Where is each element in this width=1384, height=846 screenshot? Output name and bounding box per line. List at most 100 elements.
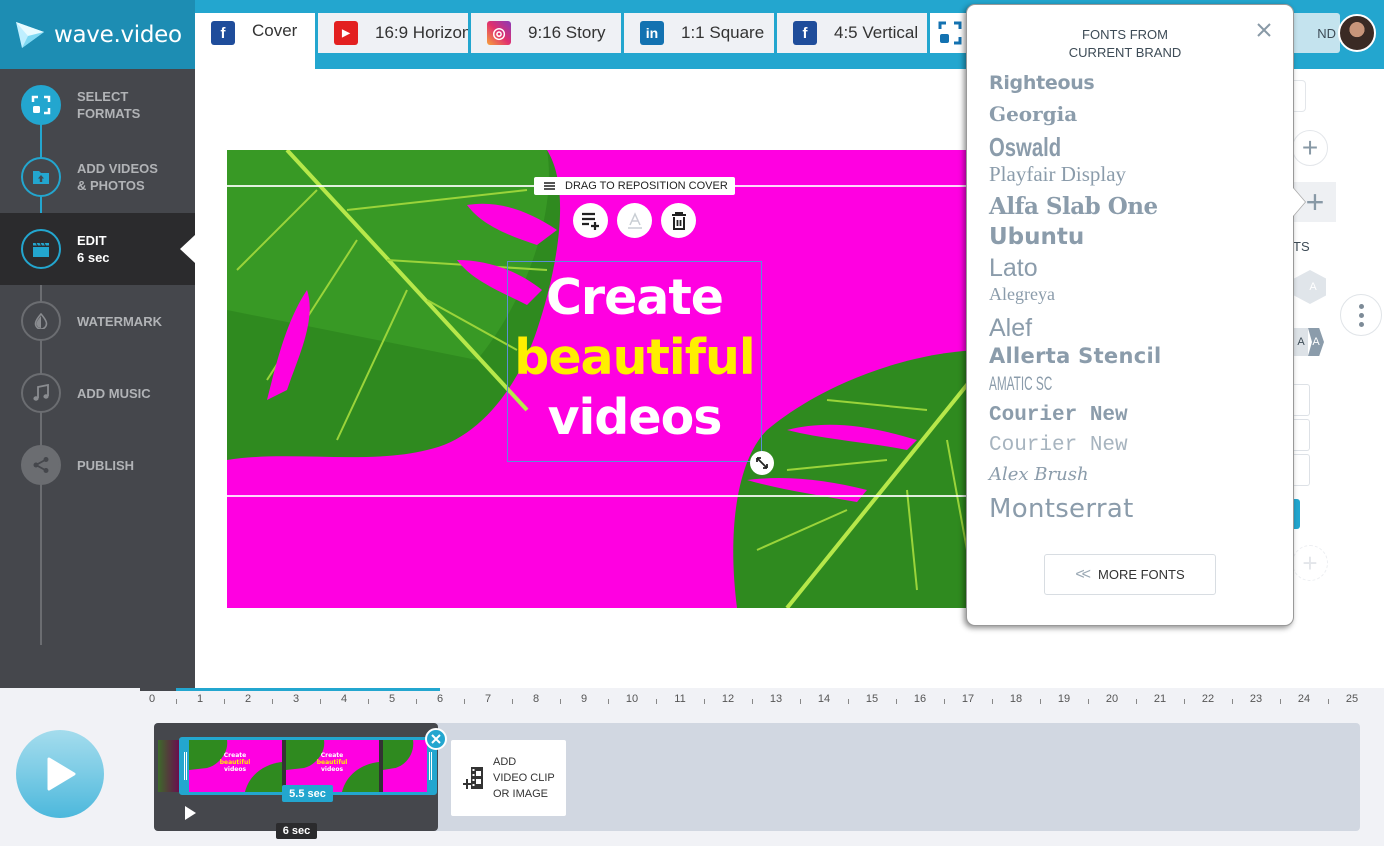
trash-icon [671,211,686,230]
drag-to-reposition-handle[interactable]: DRAG TO REPOSITION COVER [534,177,735,195]
steps-sidebar: SELECT FORMATS ADD VIDEOS & PHOTOS EDIT … [0,69,195,688]
ruler-tick-label: 8 [532,693,540,705]
step-publish[interactable]: PUBLISH [0,429,195,501]
text-color-button[interactable] [617,203,652,238]
clapperboard-icon [33,242,49,257]
tab-16-9-horizontal[interactable]: ▶ 16:9 Horizontal [318,13,468,53]
step-add-music[interactable]: ADD MUSIC [0,357,195,429]
ruler-start-marker [140,688,176,691]
linkedin-icon: in [640,21,664,45]
ruler-minor-tick [1136,699,1137,704]
clip-trim-handle-left[interactable] [182,740,189,792]
close-icon [431,734,441,744]
ruler-tick-label: 18 [1009,693,1023,705]
logo-text: wave.video [54,21,182,48]
tab-label: 16:9 Horizontal [375,23,468,42]
clip-duration-badge: 5.5 sec [282,785,333,802]
font-option-allerta-stencil[interactable]: Allerta Stencil [989,344,1279,374]
ruler-tick-label: 24 [1297,693,1311,705]
share-icon [33,457,49,473]
ruler-minor-tick [1280,699,1281,704]
right-panel-field-2[interactable] [1292,419,1310,451]
more-options-button[interactable] [1340,294,1382,336]
plus-icon: + [1305,183,1325,220]
clip-thumbnail: Create beautiful videos [189,740,282,792]
delete-button[interactable] [661,203,696,238]
font-option-oswald[interactable]: Oswald [989,132,1215,162]
step-edit[interactable]: EDIT 6 sec [0,213,195,285]
select-formats-button[interactable] [930,13,970,53]
ruler-minor-tick [1328,699,1329,704]
step-add-videos-photos[interactable]: ADD VIDEOS & PHOTOS [0,141,195,213]
remove-clip-button[interactable] [425,728,447,750]
ruler-tick-label: 4 [340,693,348,705]
ruler-minor-tick [320,699,321,704]
ruler-minor-tick [1088,699,1089,704]
folder-upload-icon [33,171,49,184]
step-circle [21,373,61,413]
time-ruler[interactable]: 0 1 2 3 4 5 6 7 8 9 10 11 12 13 14 15 16 17 18 19 20 21 22 23 24… [0,688,1384,712]
font-option-alex-brush[interactable]: Alex Brush [989,464,1279,494]
ruler-minor-tick [896,699,897,704]
add-layer-button[interactable]: + [1292,545,1328,581]
edit-duration: 6 sec [77,250,110,265]
tab-cover[interactable]: f Cover [195,13,315,69]
step-label: ADD VIDEOS & PHOTOS [77,161,158,193]
font-option-georgia[interactable]: Georgia [989,102,1279,132]
font-option-righteous[interactable]: Righteous [989,72,1279,102]
more-fonts-button[interactable]: << MORE FONTS [1044,554,1216,595]
font-option-courier-new[interactable]: Courier New [989,434,1279,464]
font-option-montserrat[interactable]: Montserrat [989,494,1279,526]
font-option-amatic-sc[interactable]: Amatic SC [989,374,1169,404]
user-avatar[interactable] [1338,14,1376,52]
font-option-alef[interactable]: Alef [989,314,1279,344]
close-popover-button[interactable] [1254,20,1274,40]
step-label: SELECT FORMATS [77,89,141,121]
step-circle [21,301,61,341]
play-preview-button[interactable] [16,730,104,818]
font-option-courier-new-bold[interactable]: Courier New [989,404,1279,434]
youtube-icon: ▶ [334,21,358,45]
right-panel-field-3[interactable] [1292,454,1310,486]
add-text-button[interactable] [573,203,608,238]
tab-1-1-square[interactable]: in 1:1 Square [624,13,774,53]
clip-play-button[interactable] [185,806,196,820]
ruler-minor-tick [1232,699,1233,704]
add-film-icon [463,767,483,789]
ruler-minor-tick [608,699,609,704]
text-color-icon [627,211,642,229]
font-list: Righteous Georgia Oswald Playfair Displa… [989,72,1279,526]
headline-text[interactable]: Create beautiful videos [507,268,762,448]
font-option-playfair-display[interactable]: Playfair Display [989,162,1279,193]
step-watermark[interactable]: WATERMARK [0,285,195,357]
ruler-tick-label: 19 [1057,693,1071,705]
section-label: TS [1293,239,1310,254]
logo[interactable]: wave.video [0,0,195,69]
resize-handle[interactable] [750,451,774,475]
add-element-button[interactable]: + [1292,130,1328,166]
right-panel-field-1[interactable] [1292,384,1310,416]
kebab-dot [1358,321,1364,327]
tab-9-16-story[interactable]: ◎ 9:16 Story [471,13,621,53]
font-option-lato[interactable]: Lato [989,254,1279,284]
ruler-minor-tick [944,699,945,704]
add-text-icon [581,212,599,230]
style-preset-arrows[interactable]: A A [1294,328,1324,356]
step-circle [21,445,61,485]
ruler-tick-label: 3 [292,693,300,705]
plus-icon: + [1302,547,1318,578]
ruler-tick-label: 2 [244,693,252,705]
step-select-formats[interactable]: SELECT FORMATS [0,69,195,141]
ruler-tick-label: 7 [484,693,492,705]
tab-label: 9:16 Story [528,23,606,42]
add-video-clip-button[interactable]: ADD VIDEO CLIP OR IMAGE [451,740,566,816]
step-label: WATERMARK [77,313,162,329]
font-option-ubuntu[interactable]: Ubuntu [989,224,1279,254]
crop-guide-bottom [227,495,987,497]
ruler-minor-tick [1184,699,1185,704]
ruler-tick-label: 16 [913,693,927,705]
ruler-minor-tick [1040,699,1041,704]
font-option-alegreya[interactable]: Alegreya [989,284,1279,314]
tab-4-5-vertical[interactable]: f 4:5 Vertical [777,13,927,53]
font-option-alfa-slab-one[interactable]: Alfa Slab One [989,193,1279,224]
